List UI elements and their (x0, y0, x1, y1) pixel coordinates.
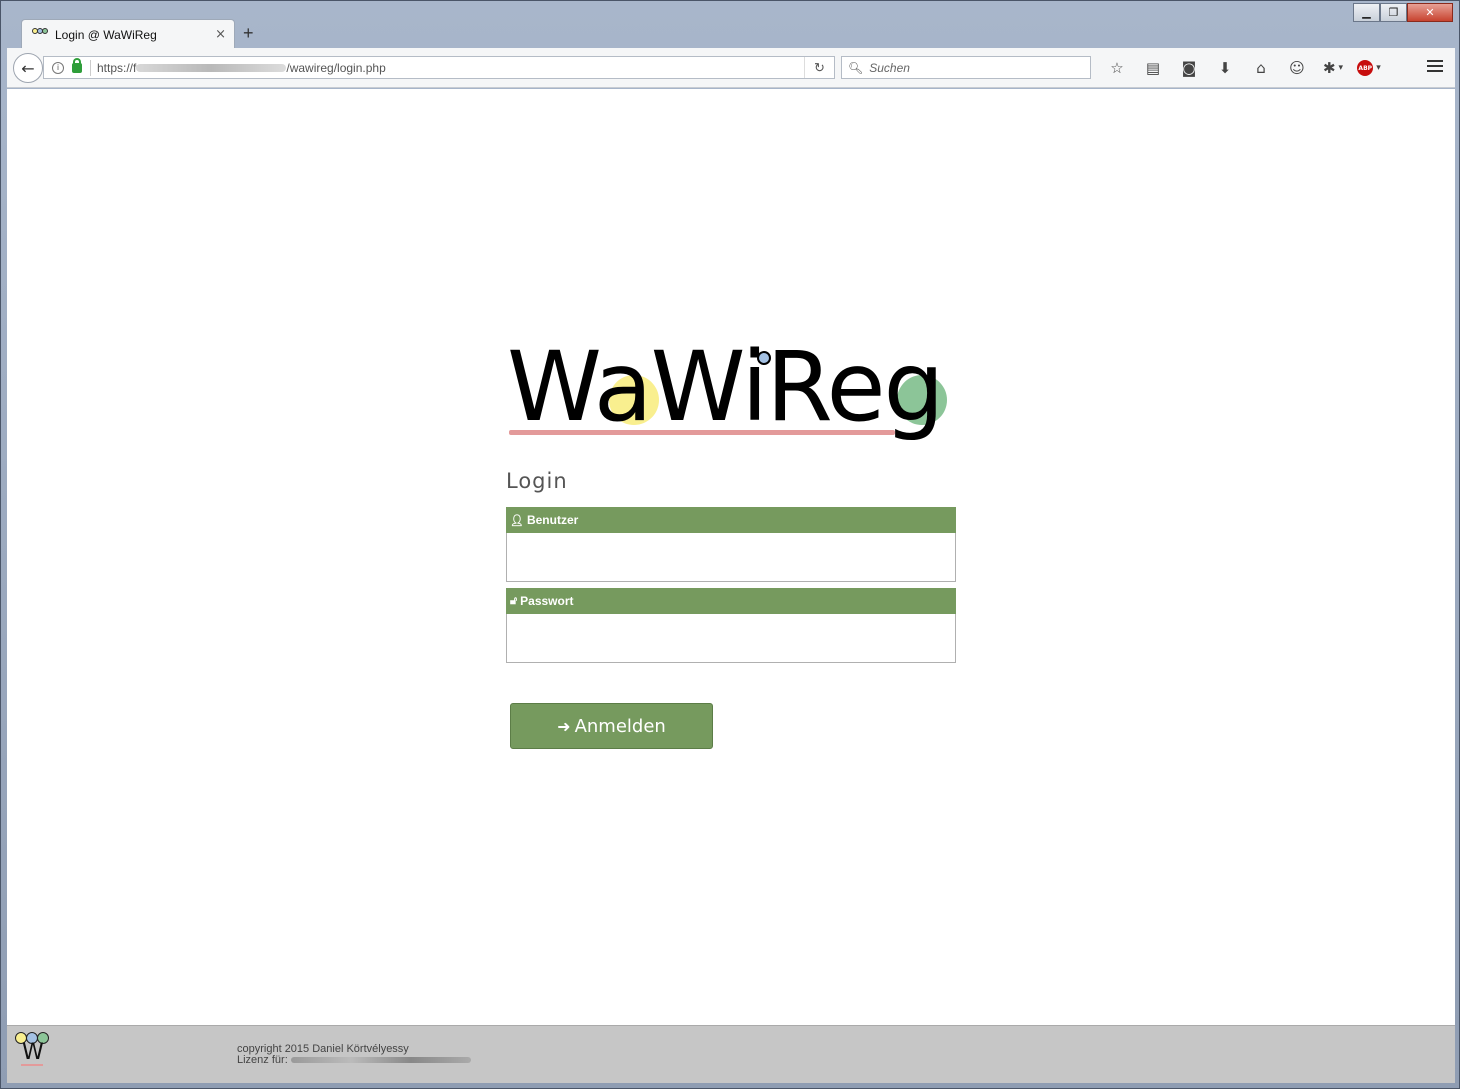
login-button-label: Anmelden (574, 715, 666, 737)
window-controls: ▁ ❐ ✕ (1353, 3, 1453, 23)
info-icon[interactable]: i (52, 61, 64, 74)
url-prefix: https://f (97, 60, 137, 75)
reload-icon[interactable]: ↻ (804, 57, 834, 78)
maximize-button[interactable]: ❐ (1380, 3, 1407, 22)
password-label: 🔓︎ Passwort (506, 588, 956, 614)
chat-icon[interactable]: ☺ (1279, 58, 1315, 78)
back-arrow-icon: ← (21, 58, 35, 78)
wawireg-logo: WaWiReg (505, 339, 955, 449)
toolbar-icons: ☆ ▤ ◙ ⬇ ⌂ ☺ ✱ ▾ ABP ▾ (1099, 58, 1387, 78)
pocket-icon[interactable]: ◙ (1171, 58, 1207, 78)
adblock-icon[interactable]: ABP ▾ (1351, 58, 1387, 78)
menu-icon[interactable] (1427, 60, 1443, 75)
license-label: Lizenz für: (237, 1054, 288, 1066)
logo-text: WaWiReg (507, 331, 944, 443)
redacted-domain (136, 64, 287, 73)
navigation-bar: ← i https://f/wawireg/login.php ↻ 🔍︎ Suc… (7, 48, 1455, 88)
home-icon[interactable]: ⌂ (1243, 58, 1279, 78)
reading-list-icon[interactable]: ▤ (1135, 58, 1171, 78)
logo-underline (509, 430, 895, 435)
browser-tab[interactable]: Login @ WaWiReg × (21, 19, 235, 49)
sign-in-icon: ➜ (557, 716, 571, 736)
download-icon[interactable]: ⬇ (1207, 58, 1243, 78)
new-tab-button[interactable]: + (243, 23, 254, 44)
close-window-button[interactable]: ✕ (1407, 3, 1453, 22)
search-icon: 🔍︎ (848, 60, 864, 75)
chevron-down-icon[interactable]: ▾ (1339, 63, 1344, 73)
star-icon[interactable]: ☆ (1099, 58, 1135, 78)
url-text: https://f/wawireg/login.php (97, 61, 804, 75)
footer-text: copyright 2015 Daniel Körtvélyessy Lizen… (237, 1044, 471, 1066)
login-button[interactable]: ➜ Anmelden (510, 703, 713, 749)
url-bar[interactable]: i https://f/wawireg/login.php ↻ (43, 56, 835, 79)
search-input[interactable]: 🔍︎ Suchen (841, 56, 1091, 79)
redacted-license (290, 1057, 471, 1064)
username-label: 👤︎ Benutzer (506, 507, 956, 533)
username-input[interactable] (506, 533, 956, 582)
unlock-icon: 🔓︎ (510, 594, 518, 607)
tab-close-icon[interactable]: × (215, 27, 226, 42)
extension-icon[interactable]: ✱ ▾ (1315, 58, 1351, 78)
password-input[interactable] (506, 614, 956, 663)
lock-icon[interactable] (72, 57, 82, 73)
username-label-text: Benutzer (526, 513, 579, 527)
password-label-text: Passwort (520, 594, 574, 608)
minimize-button[interactable]: ▁ (1353, 3, 1380, 22)
username-field-group: 👤︎ Benutzer (506, 507, 956, 582)
page-content: WaWiReg Login 👤︎ Benutzer 🔓︎ Passwort ➜ … (7, 89, 1455, 1025)
url-path: /wawireg/login.php (286, 60, 386, 75)
user-icon: 👤︎ (510, 514, 524, 527)
footer-logo: W (15, 1032, 53, 1068)
page-title: Login (506, 469, 568, 493)
back-button[interactable]: ← (13, 53, 43, 83)
wawireg-favicon-icon (32, 27, 48, 43)
search-placeholder: Suchen (869, 60, 910, 75)
license-line: Lizenz für: (237, 1055, 471, 1066)
chevron-down-icon[interactable]: ▾ (1376, 63, 1381, 73)
tab-title: Login @ WaWiReg (55, 27, 157, 42)
page-footer: W copyright 2015 Daniel Körtvélyessy Liz… (7, 1025, 1455, 1083)
browser-window: ▁ ❐ ✕ Login @ WaWiReg × + ← i https://f /… (0, 0, 1460, 1089)
password-field-group: 🔓︎ Passwort (506, 588, 956, 663)
